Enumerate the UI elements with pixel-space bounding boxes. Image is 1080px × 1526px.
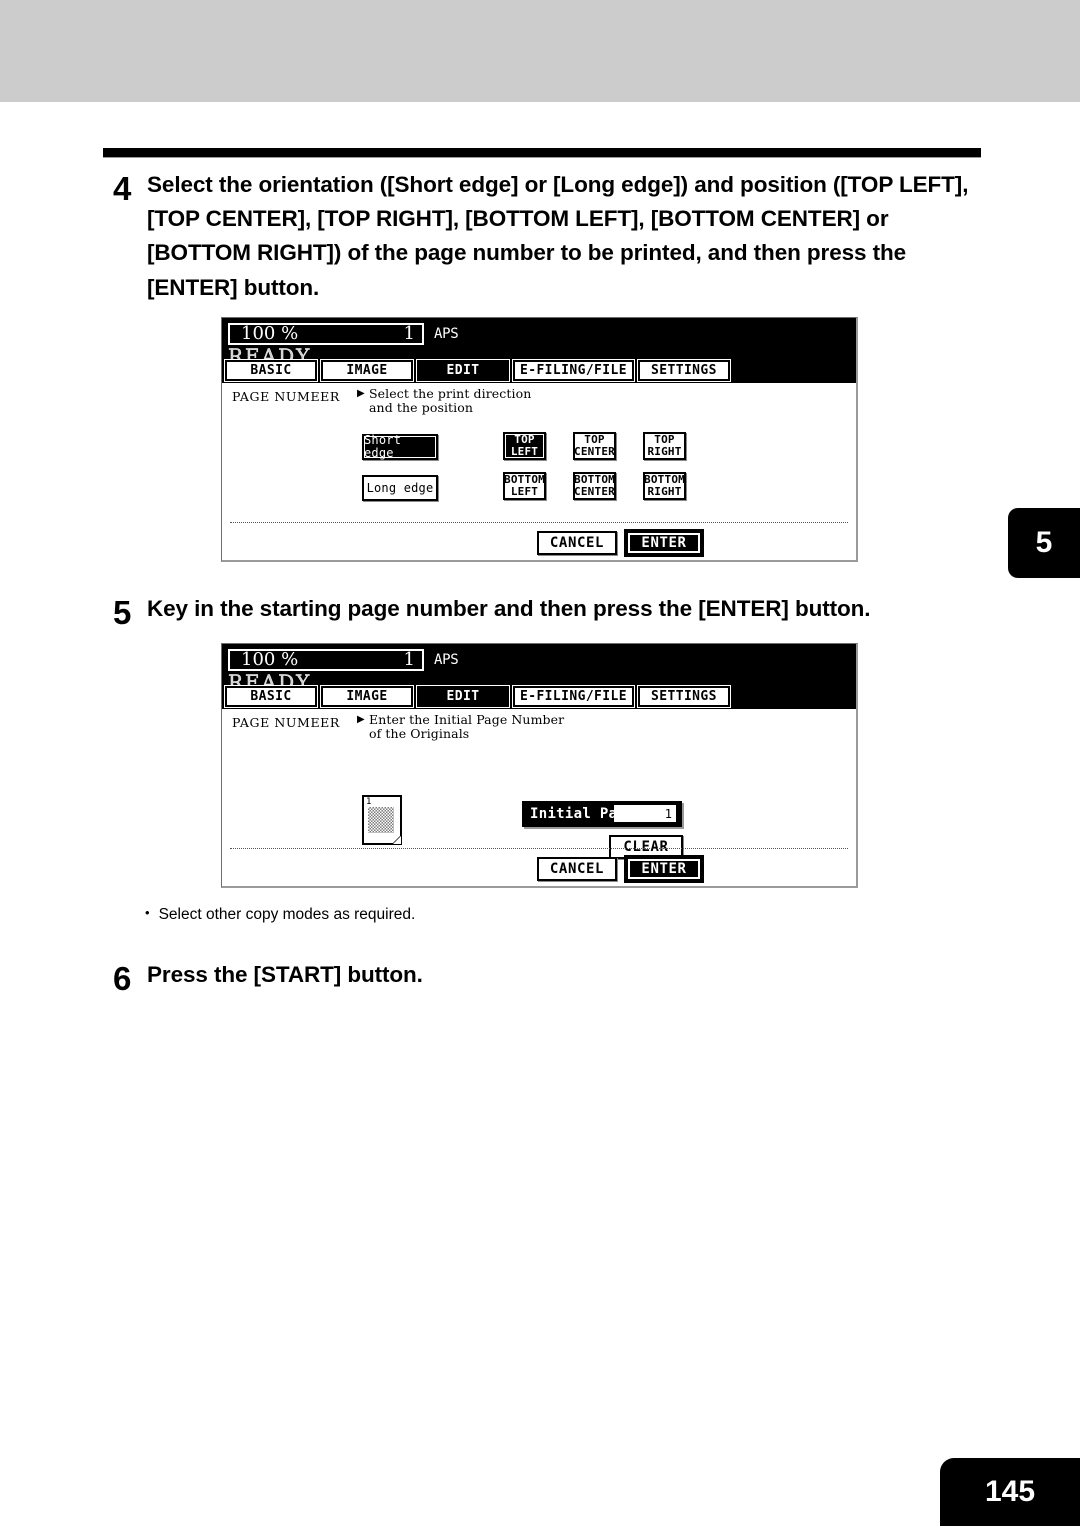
chapter-tab-label: 5 [1035,526,1053,559]
step-5-number: 5 [113,594,132,631]
lcd1-footer-buttons[interactable]: CANCEL ENTER [537,531,704,555]
document-page-icon: 1 [362,795,402,845]
lcd2-hint-line1: Enter the Initial Page Number [369,712,565,727]
clear-button[interactable]: CLEAR [609,835,683,859]
document-page-icon-fill [368,807,394,833]
tab-efiling-file[interactable]: E-FILING/FILE [512,359,635,382]
tab2-image[interactable]: IMAGE [320,685,414,708]
lcd2-cancel-button[interactable]: CANCEL [537,857,617,881]
lcd2-hint: ▶ Enter the Initial Page Number of the O… [357,712,565,742]
tab-basic[interactable]: BASIC [224,359,318,382]
page-number-label: 145 [984,1475,1036,1508]
lcd1-ratio-box: 100 % 1 [228,323,424,345]
step-6-text: Press the [START] button. [147,962,423,987]
step-5-text: Key in the starting page number and then… [147,596,871,621]
document-page-icon-fold-inner [393,836,401,844]
initial-page-input[interactable]: 1 [614,805,676,822]
button-bottom-left[interactable]: BOTTOM LEFT [503,472,546,500]
lcd-panel-orientation[interactable]: 100 % 1 APS READY BASIC IMAGE EDIT E-FIL… [221,317,858,562]
lcd2-mode-label: PAGE NUMEER [232,715,340,730]
header-rule [103,148,981,158]
lcd2-copy-count: 1 [403,649,415,670]
button-top-center[interactable]: TOP CENTER [573,432,616,460]
document-page-icon-number: 1 [366,797,372,807]
button-long-edge[interactable]: Long edge [362,475,438,501]
lcd1-hint-line1: Select the print direction [369,386,532,401]
lcd2-footer-buttons[interactable]: CANCEL ENTER [537,857,704,881]
step-6-number: 6 [113,960,132,997]
lcd1-body: PAGE NUMEER ▶ Select the print direction… [222,383,856,563]
step-6: 6 Press the [START] button. [113,958,993,995]
top-gray-band [0,0,1080,102]
lcd2-ratio-box: 100 % 1 [228,649,424,671]
button-bottom-left-line2: LEFT [510,485,539,498]
hint-arrow-icon: ▶ [357,388,365,399]
tab-edit[interactable]: EDIT [416,359,510,382]
tab2-efiling-file[interactable]: E-FILING/FILE [512,685,635,708]
lcd1-copy-count: 1 [403,323,415,344]
button-bottom-center[interactable]: BOTTOM CENTER [573,472,616,500]
tab2-settings[interactable]: SETTINGS [636,685,731,708]
button-top-right[interactable]: TOP RIGHT [643,432,686,460]
lcd1-mode-label: PAGE NUMEER [232,389,340,404]
chapter-tab: 5 [1008,508,1080,578]
lcd-panel-initial-page[interactable]: 100 % 1 APS READY BASIC IMAGE EDIT E-FIL… [221,643,858,888]
button-top-left[interactable]: TOP LEFT [503,432,546,460]
lcd1-enter-button[interactable]: ENTER [626,531,702,555]
button-short-edge[interactable]: Short edge [362,434,438,460]
step-5: 5 Key in the starting page number and th… [113,592,993,629]
step-4-text: Select the orientation ([Short edge] or … [147,172,969,300]
lcd2-status-header: 100 % 1 APS READY BASIC IMAGE EDIT E-FIL… [222,644,856,709]
lcd1-hint: ▶ Select the print direction and the pos… [357,386,532,416]
hint2-arrow-icon: ▶ [357,714,365,725]
button-bottom-right[interactable]: BOTTOM RIGHT [643,472,686,500]
lcd2-enter-button[interactable]: ENTER [626,857,702,881]
button-bottom-right-line2: RIGHT [647,485,682,498]
tab2-basic[interactable]: BASIC [224,685,318,708]
lcd1-tab-row[interactable]: BASIC IMAGE EDIT E-FILING/FILE SETTINGS [222,359,731,383]
tab-image[interactable]: IMAGE [320,359,414,382]
note-bullet-icon: • [145,905,150,920]
lcd1-aps-label: APS [434,326,459,342]
lcd1-divider [230,522,848,523]
button-bottom-center-line2: CENTER [574,485,615,498]
note-select-other-copy-modes: • Select other copy modes as required. [145,905,416,924]
lcd2-aps-label: APS [434,652,459,668]
lcd2-zoom-ratio: 100 % [241,649,299,670]
button-top-left-line2: LEFT [510,445,539,458]
lcd1-hint-line2: and the position [369,400,474,416]
step-4-number: 4 [113,170,132,207]
lcd2-tab-row[interactable]: BASIC IMAGE EDIT E-FILING/FILE SETTINGS [222,685,731,709]
lcd1-cancel-button[interactable]: CANCEL [537,531,617,555]
lcd1-zoom-ratio: 100 % [241,323,299,344]
lcd2-hint-line2: of the Originals [369,726,470,742]
button-top-center-line2: CENTER [574,445,615,458]
page-number-box: 145 [940,1458,1080,1526]
step-4: 4 Select the orientation ([Short edge] o… [113,168,993,305]
tab-settings[interactable]: SETTINGS [636,359,731,382]
lcd1-status-header: 100 % 1 APS READY BASIC IMAGE EDIT E-FIL… [222,318,856,383]
lcd2-divider [230,848,848,849]
note-text: Select other copy modes as required. [158,906,416,923]
button-top-right-line2: RIGHT [647,445,682,458]
initial-page-field-row[interactable]: Initial Page : 1 [522,801,682,827]
tab2-edit[interactable]: EDIT [416,685,510,708]
lcd2-body: PAGE NUMEER ▶ Enter the Initial Page Num… [222,709,856,889]
